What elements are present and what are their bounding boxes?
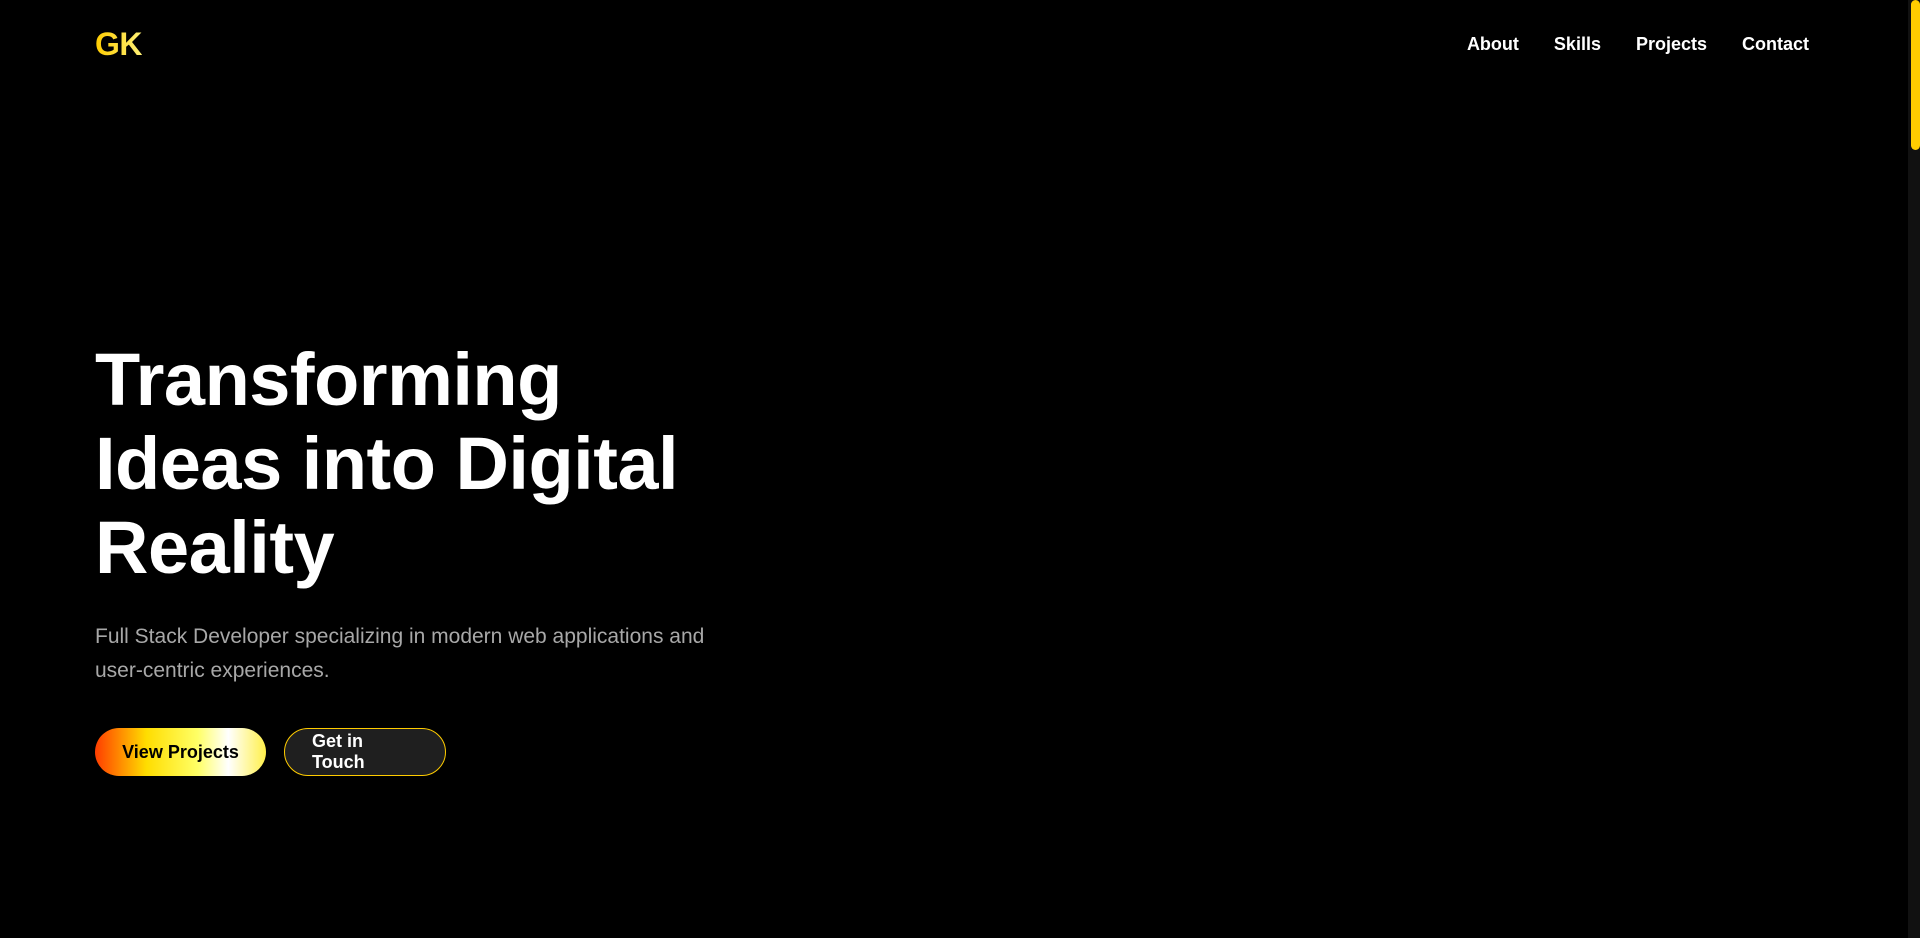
hero-section: Transforming Ideas into Digital Reality …: [95, 338, 815, 776]
page: GK About Skills Projects Contact Transfo…: [0, 0, 1920, 938]
nav-link-about[interactable]: About: [1467, 34, 1519, 55]
hero-title-line-3: Reality: [95, 506, 335, 589]
navbar: GK About Skills Projects Contact: [0, 0, 1908, 88]
hero-subtitle-line-1: Full Stack Developer specializing in mod…: [95, 625, 705, 648]
scrollbar[interactable]: [1908, 0, 1920, 938]
hero-title: Transforming Ideas into Digital Reality: [95, 338, 795, 590]
nav-link-skills[interactable]: Skills: [1554, 34, 1601, 55]
view-projects-button[interactable]: View Projects: [95, 728, 266, 776]
hero-subtitle: Full Stack Developer specializing in mod…: [95, 620, 775, 688]
nav-link-contact[interactable]: Contact: [1742, 34, 1809, 55]
hero-subtitle-line-2: user-centric experiences.: [95, 659, 330, 682]
hero-title-line-2: Ideas into Digital: [95, 422, 679, 505]
scrollbar-thumb[interactable]: [1911, 0, 1920, 150]
get-in-touch-button[interactable]: Get in Touch: [284, 728, 446, 776]
nav-link-projects[interactable]: Projects: [1636, 34, 1707, 55]
logo[interactable]: GK: [95, 26, 143, 63]
hero-buttons: View Projects Get in Touch: [95, 728, 815, 776]
hero-title-line-1: Transforming: [95, 338, 562, 421]
nav-links: About Skills Projects Contact: [1467, 34, 1809, 55]
